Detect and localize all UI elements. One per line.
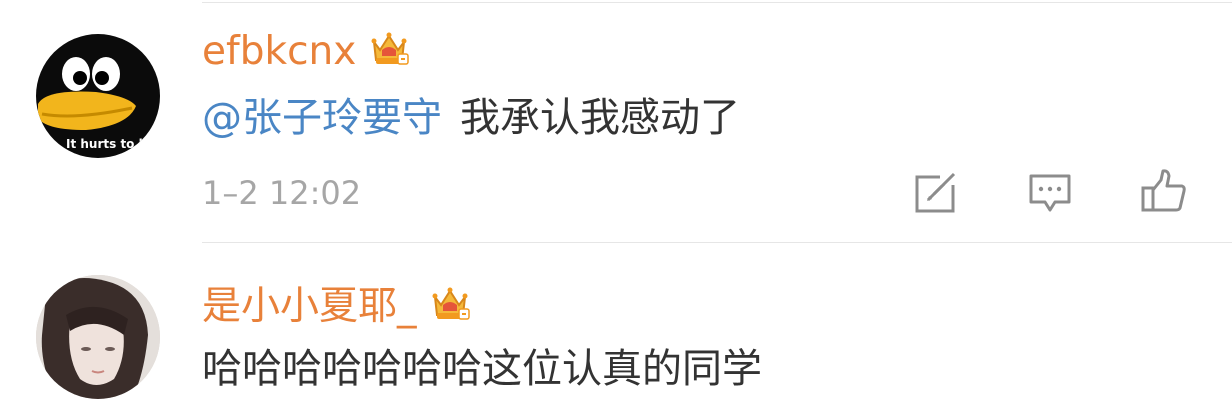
comment-item: It hurts to li efbkcnx @张子玲要守 我承认我感动了 1–2… (0, 0, 1232, 240)
crown-badge-icon (368, 28, 410, 74)
avatar-caption: It hurts to li (66, 137, 147, 151)
comment-item: 是小小夏耶_ 哈哈哈哈哈哈哈这位认真的同学 (0, 243, 1232, 419)
username[interactable]: 是小小夏耶_ (202, 287, 417, 326)
edit-icon[interactable] (914, 172, 958, 218)
username[interactable]: efbkcnx (202, 32, 356, 71)
comment-icon[interactable] (1028, 172, 1072, 218)
avatar[interactable]: It hurts to li (36, 34, 160, 158)
mention-link[interactable]: @张子玲要守 (202, 95, 442, 141)
comment-body: 哈哈哈哈哈哈哈这位认真的同学 (202, 346, 762, 392)
username-row: efbkcnx (202, 28, 410, 74)
comment-text: @张子玲要守 我承认我感动了 (202, 98, 740, 138)
timestamp: 1–2 12:02 (202, 174, 362, 212)
username-row: 是小小夏耶_ (202, 283, 471, 329)
comment-body: 我承认我感动了 (460, 95, 740, 141)
crown-badge-icon (429, 283, 471, 329)
avatar[interactable] (36, 275, 160, 399)
thumbs-up-icon[interactable] (1140, 168, 1188, 218)
